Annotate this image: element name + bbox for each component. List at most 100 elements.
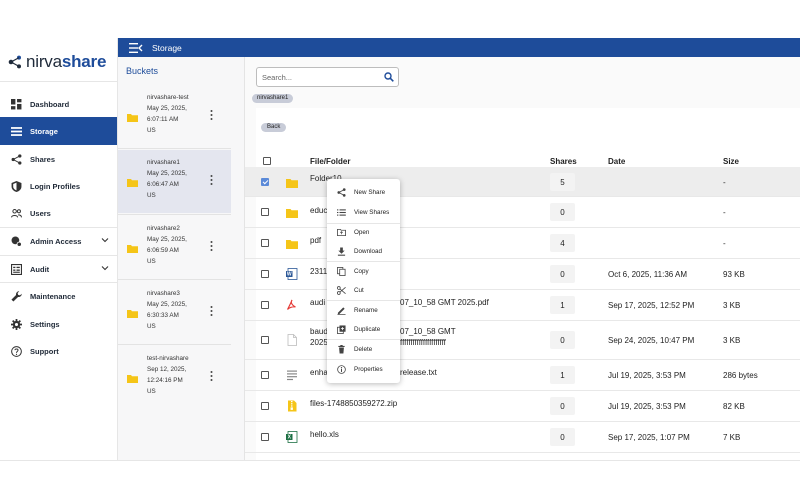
file-date: Sep 17, 2025, 1:07 PM	[608, 433, 690, 442]
select-all-checkbox[interactable]	[263, 157, 271, 165]
file-name[interactable]: files-1748850359272.zip	[310, 398, 397, 409]
scissors-icon	[337, 286, 346, 295]
search-icon[interactable]	[384, 72, 394, 82]
sidebar-item-audit[interactable]: Audit	[0, 255, 117, 283]
menu-item-view-shares[interactable]: View Shares	[327, 203, 400, 222]
sidebar-item-storage[interactable]: Storage	[0, 117, 117, 145]
menu-item-download[interactable]: Download	[327, 242, 400, 261]
table-row[interactable]: X hello.xls 0 Sep 17, 2025, 1:07 PM 7 KB	[245, 422, 800, 453]
sidebar-item-support[interactable]: Support	[0, 337, 117, 365]
file-name-start: baud	[310, 327, 328, 336]
sidebar-item-users[interactable]: Users	[0, 199, 117, 227]
bucket-time: 6:30:33 AM	[147, 312, 179, 319]
svg-text:W: W	[287, 272, 292, 278]
sidebar-item-label: Admin Access	[30, 236, 82, 246]
search-input[interactable]	[262, 68, 382, 86]
file-name[interactable]: audi 07_10_58 GMT 2025.pdf	[310, 297, 489, 308]
chevron-down-icon[interactable]	[101, 236, 109, 244]
file-size: 7 KB	[723, 433, 741, 442]
file-name[interactable]: hello.xls	[310, 429, 339, 440]
bucket-divider	[118, 279, 231, 280]
sidebar-item-dashboard[interactable]: Dashboard	[0, 90, 117, 118]
more-vertical-icon[interactable]	[210, 240, 213, 252]
chevron-down-icon[interactable]	[101, 264, 109, 272]
file-date: Jul 19, 2025, 3:53 PM	[608, 371, 686, 380]
help-icon	[11, 345, 22, 357]
sidebar-item-settings[interactable]: Settings	[0, 310, 117, 338]
sidebar-item-maintenance[interactable]: Maintenance	[0, 282, 117, 310]
bucket-region: US	[147, 192, 156, 199]
list-icon	[337, 209, 346, 216]
menu-item-delete[interactable]: Delete	[327, 340, 400, 359]
menu-item-rename[interactable]: Rename	[327, 301, 400, 320]
bucket-item[interactable]: nirvashare2 May 25, 2025, 6:06:59 AM US	[118, 216, 231, 279]
bucket-info: test-nirvashare Sep 12, 2025, 12:24:16 P…	[147, 353, 189, 397]
menu-item-new-share[interactable]: New Share	[327, 183, 400, 202]
row-checkbox[interactable]	[261, 336, 269, 344]
file-name[interactable]: 2311	[310, 266, 327, 277]
file-date: Sep 24, 2025, 10:47 PM	[608, 336, 695, 345]
bucket-time: 12:24:16 PM	[147, 377, 183, 384]
gear-icon	[11, 318, 22, 330]
folder-icon	[286, 240, 298, 249]
menu-item-properties[interactable]: Properties	[327, 360, 400, 379]
breadcrumb[interactable]: nirvashare1	[252, 94, 294, 103]
share-count: 4	[550, 234, 575, 252]
bucket-date: Sep 12, 2025,	[147, 366, 187, 373]
row-checkbox[interactable]	[261, 239, 269, 247]
file-name[interactable]: pdf	[310, 235, 321, 246]
wrench-icon	[11, 290, 22, 302]
sidebar-item-shares[interactable]: Shares	[0, 145, 117, 173]
table-row[interactable]: files-1748850359272.zip 0 Jul 19, 2025, …	[245, 391, 800, 422]
file-name-end: 07_10_58 GMT 2025.pdf	[400, 298, 489, 307]
sidebar-item-label: Dashboard	[30, 99, 70, 109]
more-vertical-icon[interactable]	[210, 109, 213, 121]
bucket-date: May 25, 2025,	[147, 236, 187, 243]
back-button[interactable]: Back	[261, 123, 287, 132]
logo[interactable]: nirvashare	[8, 52, 106, 72]
bucket-region: US	[147, 258, 156, 265]
file-name[interactable]: enha release.txt	[310, 367, 437, 378]
share-count: 1	[550, 296, 575, 314]
bucket-item[interactable]: nirvashare-test May 25, 2025, 6:07:11 AM…	[118, 85, 231, 148]
file-size: -	[723, 239, 726, 248]
duplicate-icon	[337, 325, 346, 334]
row-checkbox[interactable]	[261, 433, 269, 441]
menu-item-cut[interactable]: Cut	[327, 281, 400, 300]
row-checkbox[interactable]	[261, 178, 269, 186]
sidebar-item-admin-access[interactable]: Admin Access	[0, 227, 117, 255]
menu-item-label: New Share	[354, 189, 386, 196]
excel-file-icon: X	[286, 431, 298, 443]
bucket-divider	[118, 148, 231, 149]
sidebar-item-login-profiles[interactable]: Login Profiles	[0, 172, 117, 200]
audit-icon	[11, 263, 22, 275]
more-vertical-icon[interactable]	[210, 370, 213, 382]
logo-prefix: nirva	[26, 52, 62, 71]
more-vertical-icon[interactable]	[210, 174, 213, 186]
pdf-file-icon	[287, 299, 296, 310]
file-date: Jul 19, 2025, 3:53 PM	[608, 402, 686, 411]
file-name[interactable]: baud 07_10_58 GMT 2025 fffffffffffffffffff…	[310, 326, 456, 348]
menu-collapse-icon[interactable]	[129, 42, 143, 53]
more-vertical-icon[interactable]	[210, 305, 213, 317]
menu-item-copy[interactable]: Copy	[327, 262, 400, 281]
sidebar-item-label: Maintenance	[30, 291, 76, 301]
share-count: 0	[550, 265, 575, 283]
file-size: -	[723, 208, 726, 217]
share-count: 0	[550, 428, 575, 446]
file-name[interactable]: educ	[310, 205, 327, 216]
bucket-item[interactable]: nirvashare1 May 25, 2025, 6:06:47 AM US	[118, 150, 231, 213]
menu-item-duplicate[interactable]: Duplicate	[327, 320, 400, 339]
bucket-item[interactable]: nirvashare3 May 25, 2025, 6:30:33 AM US	[118, 281, 231, 344]
row-checkbox[interactable]	[261, 270, 269, 278]
menu-item-open[interactable]: Open	[327, 223, 400, 242]
row-checkbox[interactable]	[261, 402, 269, 410]
search-box	[256, 67, 399, 87]
sidebar-item-label: Users	[30, 208, 51, 218]
row-checkbox[interactable]	[261, 371, 269, 379]
bucket-item[interactable]: test-nirvashare Sep 12, 2025, 12:24:16 P…	[118, 346, 231, 409]
row-checkbox[interactable]	[261, 208, 269, 216]
share-count: 1	[550, 366, 575, 384]
row-checkbox[interactable]	[261, 301, 269, 309]
file-size: 286 bytes	[723, 371, 758, 380]
